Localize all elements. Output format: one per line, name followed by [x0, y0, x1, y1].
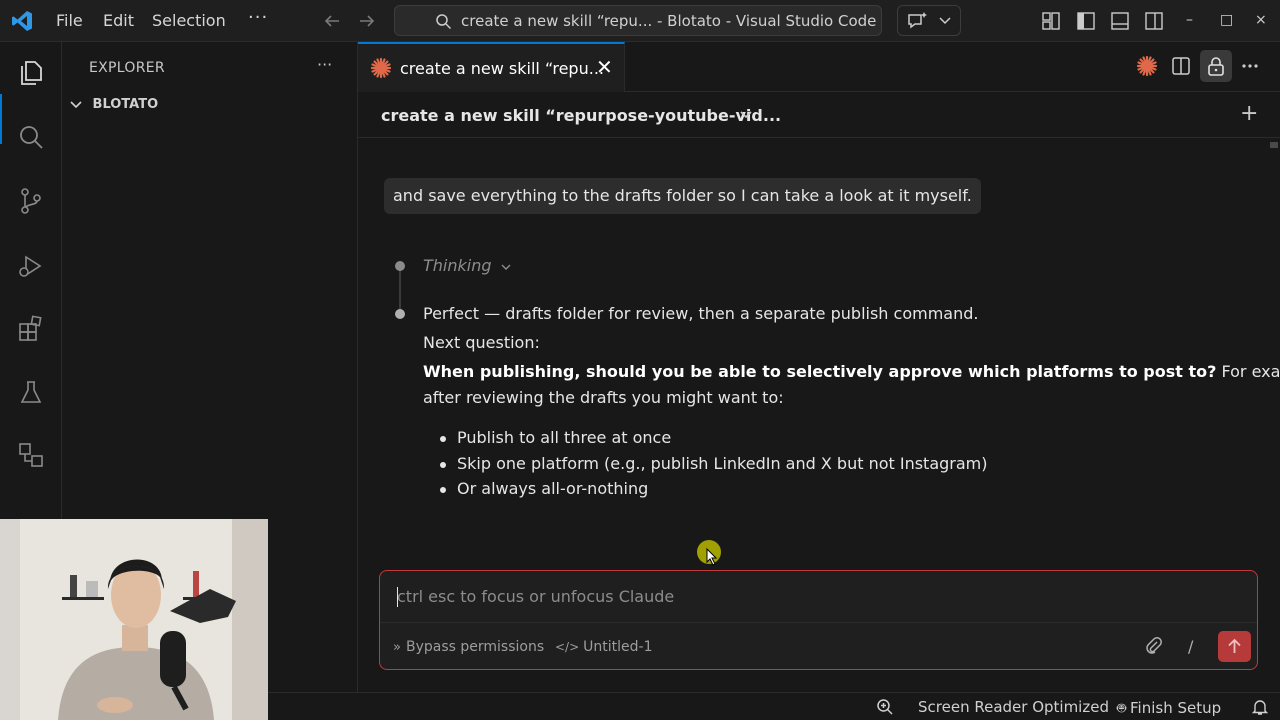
- toggle-secondary-sidebar-icon[interactable]: [1144, 11, 1164, 31]
- minimize-button[interactable]: –: [1186, 12, 1193, 28]
- chat-header: create a new skill “repurpose-youtube-vi…: [358, 92, 1280, 138]
- explorer-icon[interactable]: [16, 58, 46, 88]
- forward-arrow-icon[interactable]: [357, 11, 377, 31]
- command-center-text: create a new skill “repu... - Blotato - …: [461, 12, 877, 30]
- response-line: Next question:: [423, 333, 540, 352]
- finish-setup-label: Finish Setup: [1130, 699, 1222, 717]
- zoom-icon[interactable]: [876, 698, 894, 716]
- presenter-video-image: [0, 519, 268, 720]
- title-bar: File Edit Selection ··· create a new ski…: [0, 0, 1280, 42]
- workspace-folder-label: BLOTATO: [92, 97, 159, 112]
- tab-label: create a new skill “repu...: [400, 59, 604, 78]
- bypass-label: Bypass permissions: [405, 639, 545, 655]
- prompt-placeholder[interactable]: ctrl esc to focus or unfocus Claude: [397, 587, 674, 606]
- chevron-down-icon: [70, 100, 82, 108]
- close-window-button[interactable]: ×: [1255, 12, 1267, 28]
- chevron-down-icon: [939, 17, 951, 25]
- input-divider: [380, 622, 1257, 623]
- back-arrow-icon[interactable]: [322, 11, 342, 31]
- menu-edit[interactable]: Edit: [103, 11, 134, 30]
- remote-explorer-icon[interactable]: [16, 440, 46, 470]
- testing-flask-icon[interactable]: [16, 378, 46, 408]
- webcam-overlay: [0, 519, 268, 720]
- chat-menu-button[interactable]: [897, 5, 961, 36]
- file-label: Untitled-1: [583, 639, 653, 655]
- search-icon: [436, 14, 452, 30]
- response-line: Perfect — drafts folder for review, then…: [423, 304, 979, 323]
- vscode-logo-icon[interactable]: [10, 9, 34, 33]
- more-actions-icon[interactable]: [1239, 55, 1261, 77]
- prompt-input[interactable]: ctrl esc to focus or unfocus Claude » Byp…: [379, 570, 1258, 670]
- screen-reader-status[interactable]: Screen Reader Optimized: [918, 698, 1109, 716]
- menu-more-button[interactable]: ···: [248, 7, 268, 28]
- sidebar-title: EXPLORER: [89, 60, 165, 76]
- toggle-panel-icon[interactable]: [1110, 11, 1130, 31]
- chat-sparkle-icon: [908, 12, 927, 29]
- list-item: Or always all-or-nothing: [440, 479, 988, 505]
- tab-claude-chat[interactable]: create a new skill “repu... ✕: [358, 42, 625, 92]
- lock-icon: [1208, 57, 1224, 76]
- question-rest: For example,: [1221, 362, 1280, 381]
- file-context-chip[interactable]: </> Untitled-1: [555, 639, 653, 655]
- code-icon: </>: [555, 640, 580, 654]
- split-editor-icon[interactable]: [1170, 55, 1192, 77]
- user-message: and save everything to the drafts folder…: [384, 178, 981, 214]
- menu-file[interactable]: File: [56, 11, 83, 30]
- thinking-toggle[interactable]: Thinking: [423, 256, 511, 275]
- thinking-label: Thinking: [423, 256, 492, 275]
- workspace-folder[interactable]: BLOTATO: [70, 97, 158, 112]
- list-item: Skip one platform (e.g., publish LinkedI…: [440, 454, 988, 480]
- finish-setup-button[interactable]: 🤖︎ Finish Setup: [1117, 698, 1221, 719]
- claude-star-icon: [370, 57, 392, 79]
- menu-selection[interactable]: Selection: [152, 11, 226, 30]
- chevron-down-icon[interactable]: [738, 107, 754, 123]
- question-bold: When publishing, should you be able to s…: [423, 362, 1217, 381]
- sidebar-more-button[interactable]: ···: [317, 55, 332, 74]
- response-line: after reviewing the drafts you might wan…: [423, 388, 784, 407]
- extensions-icon[interactable]: [16, 314, 46, 344]
- send-button[interactable]: [1218, 631, 1251, 662]
- copilot-icon: 🤖︎: [1117, 699, 1127, 717]
- tab-close-button[interactable]: ✕: [596, 55, 613, 79]
- list-item: Publish to all three at once: [440, 428, 988, 454]
- source-control-icon[interactable]: [16, 186, 46, 216]
- bypass-permissions-button[interactable]: » Bypass permissions: [393, 639, 544, 655]
- editor-tabs: create a new skill “repu... ✕: [358, 42, 1280, 92]
- scrollbar[interactable]: [1270, 142, 1278, 148]
- thinking-dot: [395, 261, 405, 271]
- active-indicator: [0, 94, 2, 144]
- response-question: When publishing, should you be able to s…: [423, 362, 1280, 381]
- customize-layout-icon[interactable]: [1041, 11, 1061, 31]
- run-debug-icon[interactable]: [16, 251, 46, 281]
- response-dot: [395, 309, 405, 319]
- arrow-up-icon: [1228, 638, 1241, 653]
- maximize-button[interactable]: □: [1220, 12, 1233, 28]
- fast-forward-icon: »: [393, 640, 401, 655]
- claude-star-icon[interactable]: [1136, 55, 1158, 77]
- toggle-primary-sidebar-icon[interactable]: [1076, 11, 1096, 31]
- chat-title[interactable]: create a new skill “repurpose-youtube-vi…: [381, 106, 781, 125]
- paperclip-icon[interactable]: [1145, 637, 1163, 655]
- timeline-connector: [399, 270, 401, 314]
- new-chat-button[interactable]: +: [1240, 101, 1258, 126]
- command-center[interactable]: create a new skill “repu... - Blotato - …: [394, 5, 882, 36]
- bell-icon[interactable]: [1251, 698, 1269, 716]
- option-list: Publish to all three at once Skip one pl…: [440, 428, 988, 505]
- search-icon[interactable]: [16, 123, 46, 153]
- chevron-down-icon: [501, 264, 511, 270]
- text-caret: [397, 587, 398, 607]
- slash-command-button[interactable]: /: [1188, 637, 1193, 656]
- mouse-pointer-icon: [706, 548, 718, 566]
